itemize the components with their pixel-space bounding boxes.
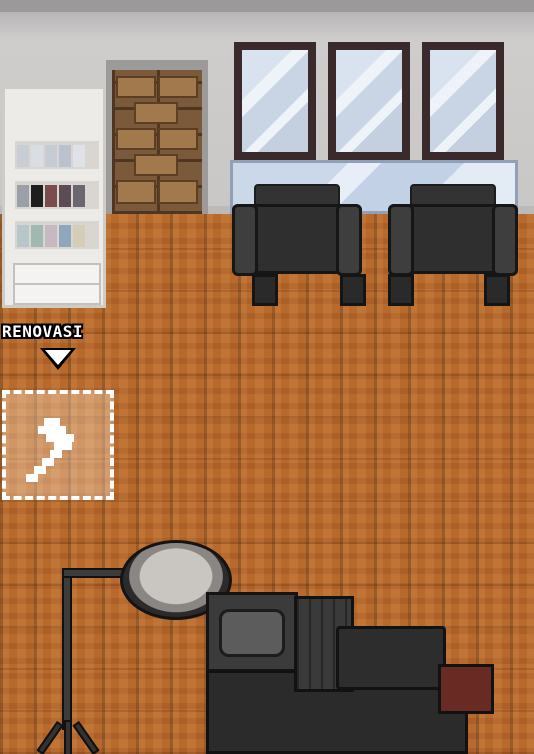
- steamer-leg: [36, 720, 64, 754]
- wall-mirror[interactable]: [328, 42, 410, 160]
- chair-arm: [232, 204, 258, 276]
- product-shelf[interactable]: [2, 86, 106, 308]
- brick: [116, 128, 156, 150]
- renovate-label: RENOVASI: [2, 322, 84, 341]
- shelf-product: [73, 145, 85, 167]
- shelf-drawer: [13, 263, 101, 285]
- salon-chair[interactable]: [388, 184, 518, 306]
- steamer-leg: [72, 720, 100, 754]
- brick: [116, 76, 156, 98]
- shelf-product: [31, 185, 43, 207]
- game-scene: RENOVASI: [0, 0, 534, 754]
- chair-leg: [388, 274, 414, 306]
- shelf-row: [15, 221, 99, 249]
- wash-basin: [206, 592, 298, 672]
- shelf-product: [73, 185, 85, 207]
- mirror-glass: [242, 50, 308, 152]
- brick: [134, 102, 178, 124]
- sink-bowl: [219, 609, 285, 657]
- shelf-product: [45, 185, 57, 207]
- brick: [158, 180, 198, 204]
- brick: [158, 76, 198, 98]
- wall-mirror[interactable]: [234, 42, 316, 160]
- chair-leg: [252, 274, 278, 306]
- mirror-glass: [430, 50, 496, 152]
- shelf-product: [17, 225, 29, 247]
- shelf-product: [45, 225, 57, 247]
- shelf-product: [31, 225, 43, 247]
- steamer-arm: [62, 568, 124, 578]
- salon-chair[interactable]: [232, 184, 366, 306]
- shelf-row: [15, 181, 99, 209]
- shelf-drawer: [13, 283, 101, 305]
- wash-chair-footrest: [438, 664, 494, 714]
- shelf-row: [15, 141, 99, 169]
- shelf-product: [73, 225, 85, 247]
- brick: [134, 154, 178, 176]
- steamer-pole: [62, 570, 72, 730]
- shelf-product: [31, 145, 43, 167]
- wash-chair-seat: [336, 626, 446, 690]
- renovate-button[interactable]: [2, 390, 114, 500]
- hair-steamer[interactable]: [24, 540, 232, 754]
- steamer-leg: [64, 720, 72, 754]
- chair-arm: [336, 204, 362, 276]
- shelf-product: [59, 225, 71, 247]
- shelf-product: [17, 185, 29, 207]
- wall-mirror[interactable]: [422, 42, 504, 160]
- brick: [158, 128, 198, 150]
- hammer-icon: [26, 418, 74, 482]
- brick-door[interactable]: [112, 70, 202, 214]
- chair-arm: [492, 204, 518, 276]
- wall-top-trim: [0, 0, 534, 12]
- down-arrow-icon-fill: [45, 350, 71, 365]
- chair-leg: [340, 274, 366, 306]
- shelf-product: [17, 145, 29, 167]
- chair-leg: [484, 274, 510, 306]
- shelf-product: [45, 145, 57, 167]
- shampoo-chair[interactable]: [206, 592, 496, 754]
- shelf-product: [59, 185, 71, 207]
- mirror-glass: [336, 50, 402, 152]
- chair-arm: [388, 204, 414, 276]
- brick: [116, 180, 156, 204]
- shelf-product: [59, 145, 71, 167]
